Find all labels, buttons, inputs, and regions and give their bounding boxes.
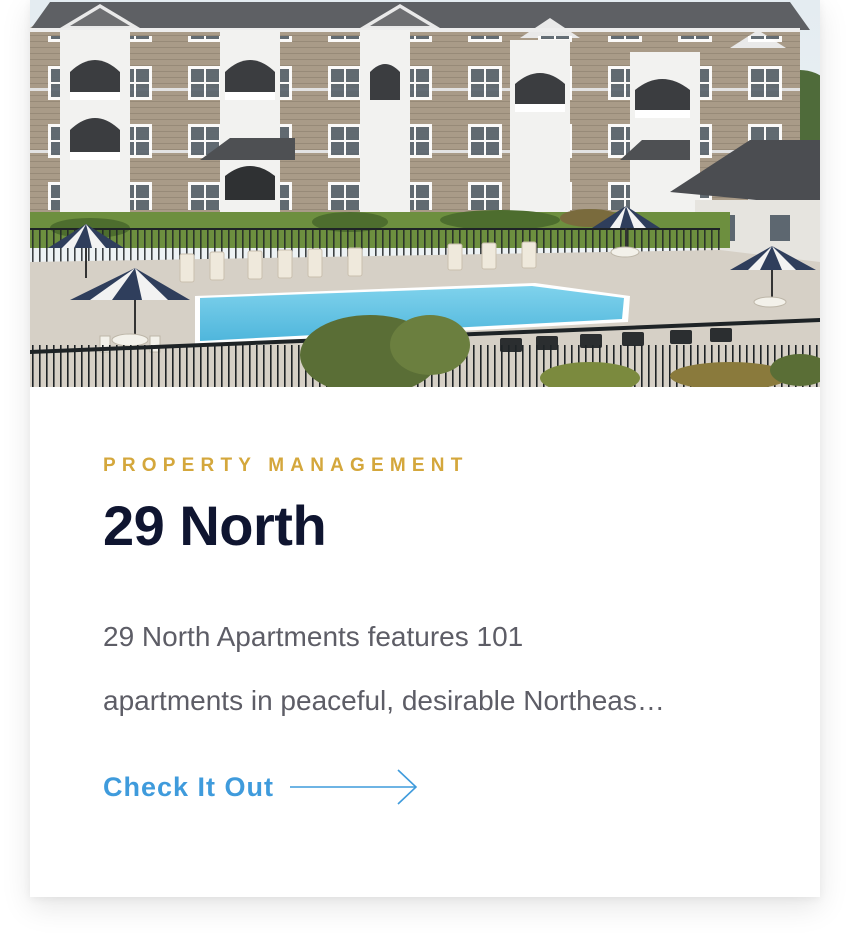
description-line: apartments in peaceful, desirable Northe… xyxy=(103,685,665,716)
category-label: PROPERTY MANAGEMENT xyxy=(103,455,469,476)
property-description: 29 North Apartments features 101 apartme… xyxy=(103,605,763,733)
property-photo[interactable] xyxy=(30,0,820,387)
property-title: 29 North xyxy=(103,494,327,557)
property-card: PROPERTY MANAGEMENT 29 North 29 North Ap… xyxy=(30,0,820,897)
description-line: 29 North Apartments features 101 xyxy=(103,621,524,652)
check-it-out-link[interactable]: Check It Out xyxy=(103,767,420,807)
arrow-right-icon xyxy=(290,769,418,805)
apartment-pool-image xyxy=(30,0,820,387)
check-it-out-label: Check It Out xyxy=(103,771,275,802)
